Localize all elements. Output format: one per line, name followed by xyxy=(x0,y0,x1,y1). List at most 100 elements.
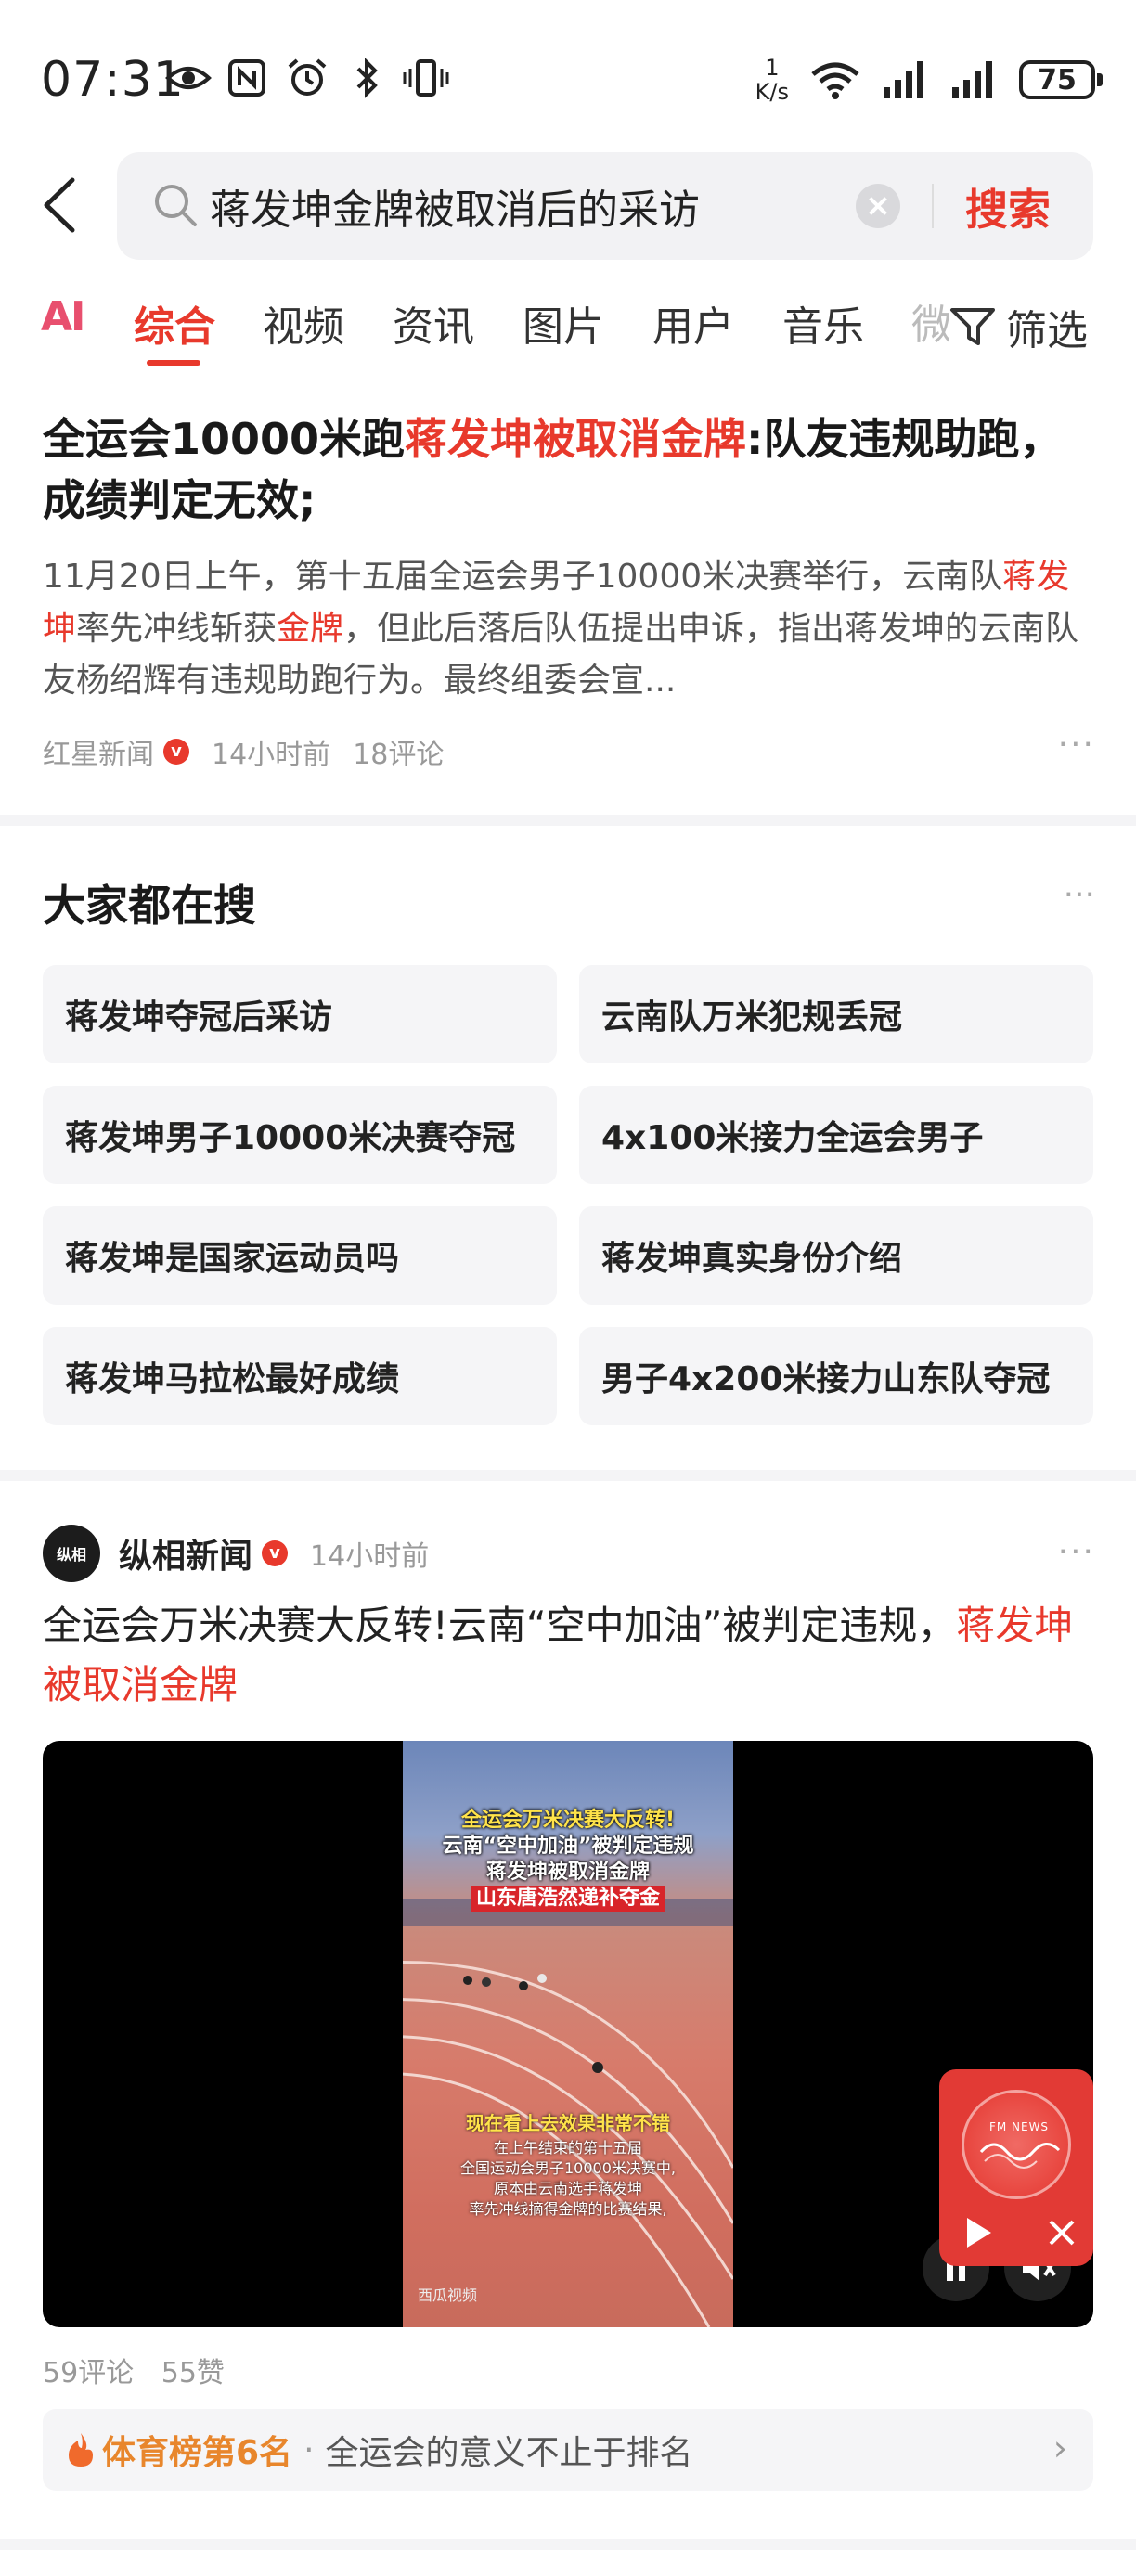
news-card-1[interactable]: 全运会10000米跑蒋发坤被取消金牌:队友违规助跑，成绩判定无效; 11月20日… xyxy=(43,408,1095,771)
fire-icon xyxy=(69,2433,93,2467)
hot-search-item[interactable]: 蒋发坤是国家运动员吗 xyxy=(43,1206,557,1305)
rank-text: 全运会的意义不止于排名 xyxy=(325,2434,693,2472)
caption-line: 在上午结束的第十五届 xyxy=(493,2139,642,2157)
network-speed: 1 K/s xyxy=(755,56,789,104)
article-title[interactable]: 全运会10000米跑蒋发坤被取消金牌:队友违规助跑，成绩判定无效; xyxy=(43,408,1095,531)
category-tabs: AI 综合 视频 资讯 图片 用户 音乐 微 筛选 xyxy=(0,284,1136,367)
search-icon xyxy=(155,185,197,226)
tab-users[interactable]: 用户 xyxy=(652,293,734,353)
video-headline-4: 山东唐浩然递补夺金 xyxy=(470,1886,665,1912)
tab-music[interactable]: 音乐 xyxy=(782,293,864,353)
vibrate-icon xyxy=(403,59,449,97)
title-highlight: 蒋发坤被取消金牌 xyxy=(405,414,747,464)
section-title: 大家都在搜 xyxy=(43,881,256,931)
search-divider xyxy=(932,184,934,228)
filter-button[interactable]: 筛选 xyxy=(949,297,1088,356)
search-bar[interactable]: 蒋发坤金牌被取消后的采访 搜索 xyxy=(117,152,1093,260)
caption-line: 全国运动会男子10000米决赛中, xyxy=(460,2159,676,2177)
signal-icon xyxy=(884,61,923,98)
tab-video[interactable]: 视频 xyxy=(263,293,344,353)
more-options-icon[interactable]: ··· xyxy=(1058,1533,1095,1571)
alarm-icon xyxy=(288,58,327,96)
section-divider xyxy=(0,1470,1136,1481)
tab-images[interactable]: 图片 xyxy=(523,293,604,353)
video-headline-2: 云南“空中加油”被判定违规 xyxy=(442,1835,694,1858)
article-stats: 59评论 55赞 xyxy=(43,2350,225,2390)
summary-highlight-2: 金牌 xyxy=(277,610,344,648)
article-meta: 红星新闻 v 14小时前 18评论 ··· xyxy=(43,726,1095,772)
signal-icon-2 xyxy=(952,61,992,98)
article-header: 纵相 纵相新闻 v 14小时前 ··· xyxy=(43,1524,1095,1583)
hot-search-item[interactable]: 蒋发坤男子10000米决赛夺冠 xyxy=(43,1086,557,1184)
video-headline-4-wrap: 山东唐浩然递补夺金 xyxy=(403,1886,733,1912)
article-time: 14小时前 xyxy=(310,1540,430,1573)
verified-badge-icon: v xyxy=(163,739,189,765)
close-icon[interactable] xyxy=(1045,2216,1078,2249)
tab-comprehensive[interactable]: 综合 xyxy=(134,293,215,353)
hot-search-item[interactable]: 蒋发坤马拉松最好成绩 xyxy=(43,1327,557,1425)
article-source[interactable]: 纵相新闻 xyxy=(119,1529,252,1578)
hot-search-item[interactable]: 4x100米接力全运会男子 xyxy=(579,1086,1093,1184)
hot-search-item[interactable]: 蒋发坤真实身份介绍 xyxy=(579,1206,1093,1305)
eye-icon xyxy=(165,67,212,89)
search-button[interactable]: 搜索 xyxy=(965,176,1051,238)
video-caption: 在上午结束的第十五届 全国运动会男子10000米决赛中, 原本由云南选手蒋发坤 … xyxy=(403,2138,733,2220)
status-icons-right: 1 K/s 75 xyxy=(755,56,1103,104)
active-tab-indicator xyxy=(147,360,200,366)
status-icons-left xyxy=(165,58,449,98)
title-text: 全运会10000米跑 xyxy=(43,414,406,464)
chevron-right-icon: › xyxy=(1052,2428,1067,2468)
caption-line: 原本由云南选手蒋发坤 xyxy=(493,2180,642,2197)
video-thumbnail: 全运会万米决赛大反转! 云南“空中加油”被判定违规 蒋发坤被取消金牌 山东唐浩然… xyxy=(403,1741,733,2327)
verified-badge-icon: v xyxy=(262,1540,289,1566)
summary-text-2: 率先冲线斩获 xyxy=(76,610,278,648)
summary-text: 11月20日上午，第十五届全运会男子10000米决赛举行，云南队 xyxy=(43,558,1003,596)
article-summary: 11月20日上午，第十五届全运会男子10000米决赛举行，云南队蒋发坤率先冲线斩… xyxy=(43,551,1095,707)
video-headline-3: 蒋发坤被取消金牌 xyxy=(485,1861,650,1884)
more-options-icon[interactable]: ··· xyxy=(1064,876,1095,914)
more-options-icon[interactable]: ··· xyxy=(1058,726,1095,764)
hot-search-grid: 蒋发坤夺冠后采访 云南队万米犯规丢冠 蒋发坤男子10000米决赛夺冠 4x100… xyxy=(43,965,1093,1425)
wifi-icon xyxy=(811,62,859,99)
floating-audio-widget[interactable]: FM NEWS xyxy=(939,2069,1093,2266)
video-watermark: 西瓜视频 xyxy=(418,2286,478,2304)
article-source[interactable]: 红星新闻 xyxy=(43,731,154,772)
rank-label: 体育榜第6名 xyxy=(102,2434,293,2472)
article-title[interactable]: 全运会万米决赛大反转!云南“空中加油”被判定违规，蒋发坤被取消金牌 xyxy=(43,1596,1095,1715)
tab-partial[interactable]: 微 xyxy=(911,291,949,351)
avatar[interactable]: 纵相 xyxy=(43,1525,100,1582)
hot-search-item[interactable]: 云南队万米犯规丢冠 xyxy=(579,965,1093,1063)
audio-disc: FM NEWS xyxy=(962,2090,1071,2199)
wave-icon xyxy=(979,2143,1061,2169)
rank-separator: · xyxy=(303,2430,315,2469)
net-speed-unit: K/s xyxy=(755,79,789,105)
clear-search-icon[interactable] xyxy=(856,184,900,228)
article-comments[interactable]: 59评论 xyxy=(43,2357,134,2389)
hot-search-item[interactable]: 男子4x200米接力山东队夺冠 xyxy=(579,1327,1093,1425)
back-arrow-icon[interactable] xyxy=(37,174,84,236)
play-icon[interactable] xyxy=(960,2214,997,2251)
search-input[interactable]: 蒋发坤金牌被取消后的采访 xyxy=(210,176,700,236)
nfc-icon xyxy=(228,59,265,97)
article-time: 14小时前 xyxy=(212,739,331,771)
article-likes[interactable]: 55赞 xyxy=(161,2357,225,2389)
video-caption-highlight: 现在看上去效果非常不错 xyxy=(466,2112,670,2134)
section-divider xyxy=(0,815,1136,826)
video-player[interactable]: 全运会万米决赛大反转! 云南“空中加油”被判定违规 蒋发坤被取消金牌 山东唐浩然… xyxy=(43,1741,1093,2327)
tab-ai[interactable]: AI xyxy=(41,293,85,341)
video-headline-1: 全运会万米决赛大反转! xyxy=(460,1809,676,1832)
article-comments[interactable]: 18评论 xyxy=(353,731,444,772)
battery-indicator: 75 xyxy=(1019,60,1103,99)
caption-line: 率先冲线摘得金牌的比赛结果, xyxy=(469,2200,667,2218)
tab-news[interactable]: 资讯 xyxy=(393,293,474,353)
status-bar: 07:31 1 K/s 75 xyxy=(0,0,1136,158)
net-speed-value: 1 xyxy=(765,55,780,81)
bluetooth-icon xyxy=(356,58,378,98)
title-text: 全运会万米决赛大反转!云南“空中加油”被判定违规， xyxy=(43,1603,957,1648)
filter-icon xyxy=(950,308,995,345)
filter-label: 筛选 xyxy=(1006,307,1088,354)
hot-search-item[interactable]: 蒋发坤夺冠后采访 xyxy=(43,965,557,1063)
hot-rank-bar[interactable]: 体育榜第6名 · 全运会的意义不止于排名 › xyxy=(43,2409,1093,2491)
section-divider xyxy=(0,2539,1136,2550)
status-time: 07:31 xyxy=(41,52,185,108)
